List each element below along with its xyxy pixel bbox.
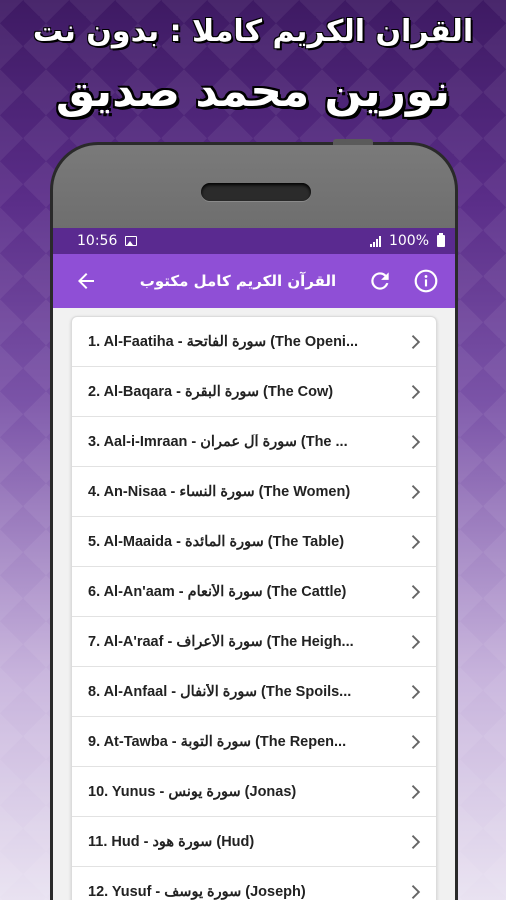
surah-label: 3. Aal-i-Imraan - سورة آل عمران (The ... <box>88 433 348 450</box>
list-item[interactable]: 10. Yunus - سورة يونس (Jonas) <box>72 767 436 817</box>
list-item[interactable]: 7. Al-A'raaf - سورة الأعراف (The Heigh..… <box>72 617 436 667</box>
surah-label: 12. Yusuf - سورة يوسف (Joseph) <box>88 883 306 900</box>
status-bar: 10:56 100% <box>53 228 455 254</box>
phone-top-button <box>333 139 373 145</box>
chevron-right-icon <box>404 830 428 854</box>
chevron-right-icon <box>404 680 428 704</box>
list-item[interactable]: 2. Al-Baqara - سورة البقرة (The Cow) <box>72 367 436 417</box>
surah-label: 7. Al-A'raaf - سورة الأعراف (The Heigh..… <box>88 633 354 650</box>
chevron-right-icon <box>404 630 428 654</box>
chevron-right-icon <box>404 380 428 404</box>
chevron-right-icon <box>404 480 428 504</box>
list-item[interactable]: 8. Al-Anfaal - سورة الأنفال (The Spoils.… <box>72 667 436 717</box>
chevron-right-icon <box>404 430 428 454</box>
list-item[interactable]: 11. Hud - سورة هود (Hud) <box>72 817 436 867</box>
surah-label: 10. Yunus - سورة يونس (Jonas) <box>88 783 297 800</box>
list-item[interactable]: 6. Al-An'aam - سورة الأنعام (The Cattle) <box>72 567 436 617</box>
surah-label: 11. Hud - سورة هود (Hud) <box>88 833 255 850</box>
chevron-right-icon <box>404 580 428 604</box>
surah-label: 4. An-Nisaa - سورة النساء (The Women) <box>88 483 351 500</box>
info-icon[interactable] <box>411 266 441 296</box>
surah-label: 8. Al-Anfaal - سورة الأنفال (The Spoils.… <box>88 683 352 700</box>
surah-label: 5. Al-Maaida - سورة المائدة (The Table) <box>88 533 345 550</box>
refresh-icon[interactable] <box>365 266 395 296</box>
signal-icon <box>369 235 381 247</box>
surah-list: 1. Al-Faatiha - سورة الفاتحة (The Openi.… <box>71 316 437 900</box>
list-item[interactable]: 1. Al-Faatiha - سورة الفاتحة (The Openi.… <box>72 317 436 367</box>
surah-label: 6. Al-An'aam - سورة الأنعام (The Cattle) <box>88 583 347 600</box>
app-screen: 10:56 100% القرآن الكريم كامل مكتوب 1. A… <box>53 228 455 900</box>
toolbar-title: القرآن الكريم كامل مكتوب <box>139 272 337 290</box>
status-time: 10:56 <box>77 233 118 249</box>
phone-speaker <box>201 183 311 201</box>
surah-label: 1. Al-Faatiha - سورة الفاتحة (The Openi.… <box>88 333 359 350</box>
app-toolbar: القرآن الكريم كامل مكتوب <box>53 254 455 308</box>
chevron-right-icon <box>404 780 428 804</box>
list-item[interactable]: 12. Yusuf - سورة يوسف (Joseph) <box>72 867 436 900</box>
arrow-left-icon[interactable] <box>71 266 101 296</box>
chevron-right-icon <box>404 330 428 354</box>
list-item[interactable]: 4. An-Nisaa - سورة النساء (The Women) <box>72 467 436 517</box>
surah-label: 2. Al-Baqara - سورة البقرة (The Cow) <box>88 383 334 400</box>
surah-label: 9. At-Tawba - سورة التوبة (The Repen... <box>88 733 347 750</box>
battery-icon <box>437 233 445 247</box>
list-item[interactable]: 3. Aal-i-Imraan - سورة آل عمران (The ... <box>72 417 436 467</box>
list-item[interactable]: 9. At-Tawba - سورة التوبة (The Repen... <box>72 717 436 767</box>
promo-title-line2: نورين محمد صديق <box>55 66 451 117</box>
image-notification-icon <box>125 236 138 246</box>
list-item[interactable]: 5. Al-Maaida - سورة المائدة (The Table) <box>72 517 436 567</box>
chevron-right-icon <box>404 530 428 554</box>
battery-level: 100% <box>388 233 429 249</box>
promo-title-line1: القران الكريم كاملا : بدون نت <box>32 14 474 49</box>
chevron-right-icon <box>404 880 428 900</box>
chevron-right-icon <box>404 730 428 754</box>
